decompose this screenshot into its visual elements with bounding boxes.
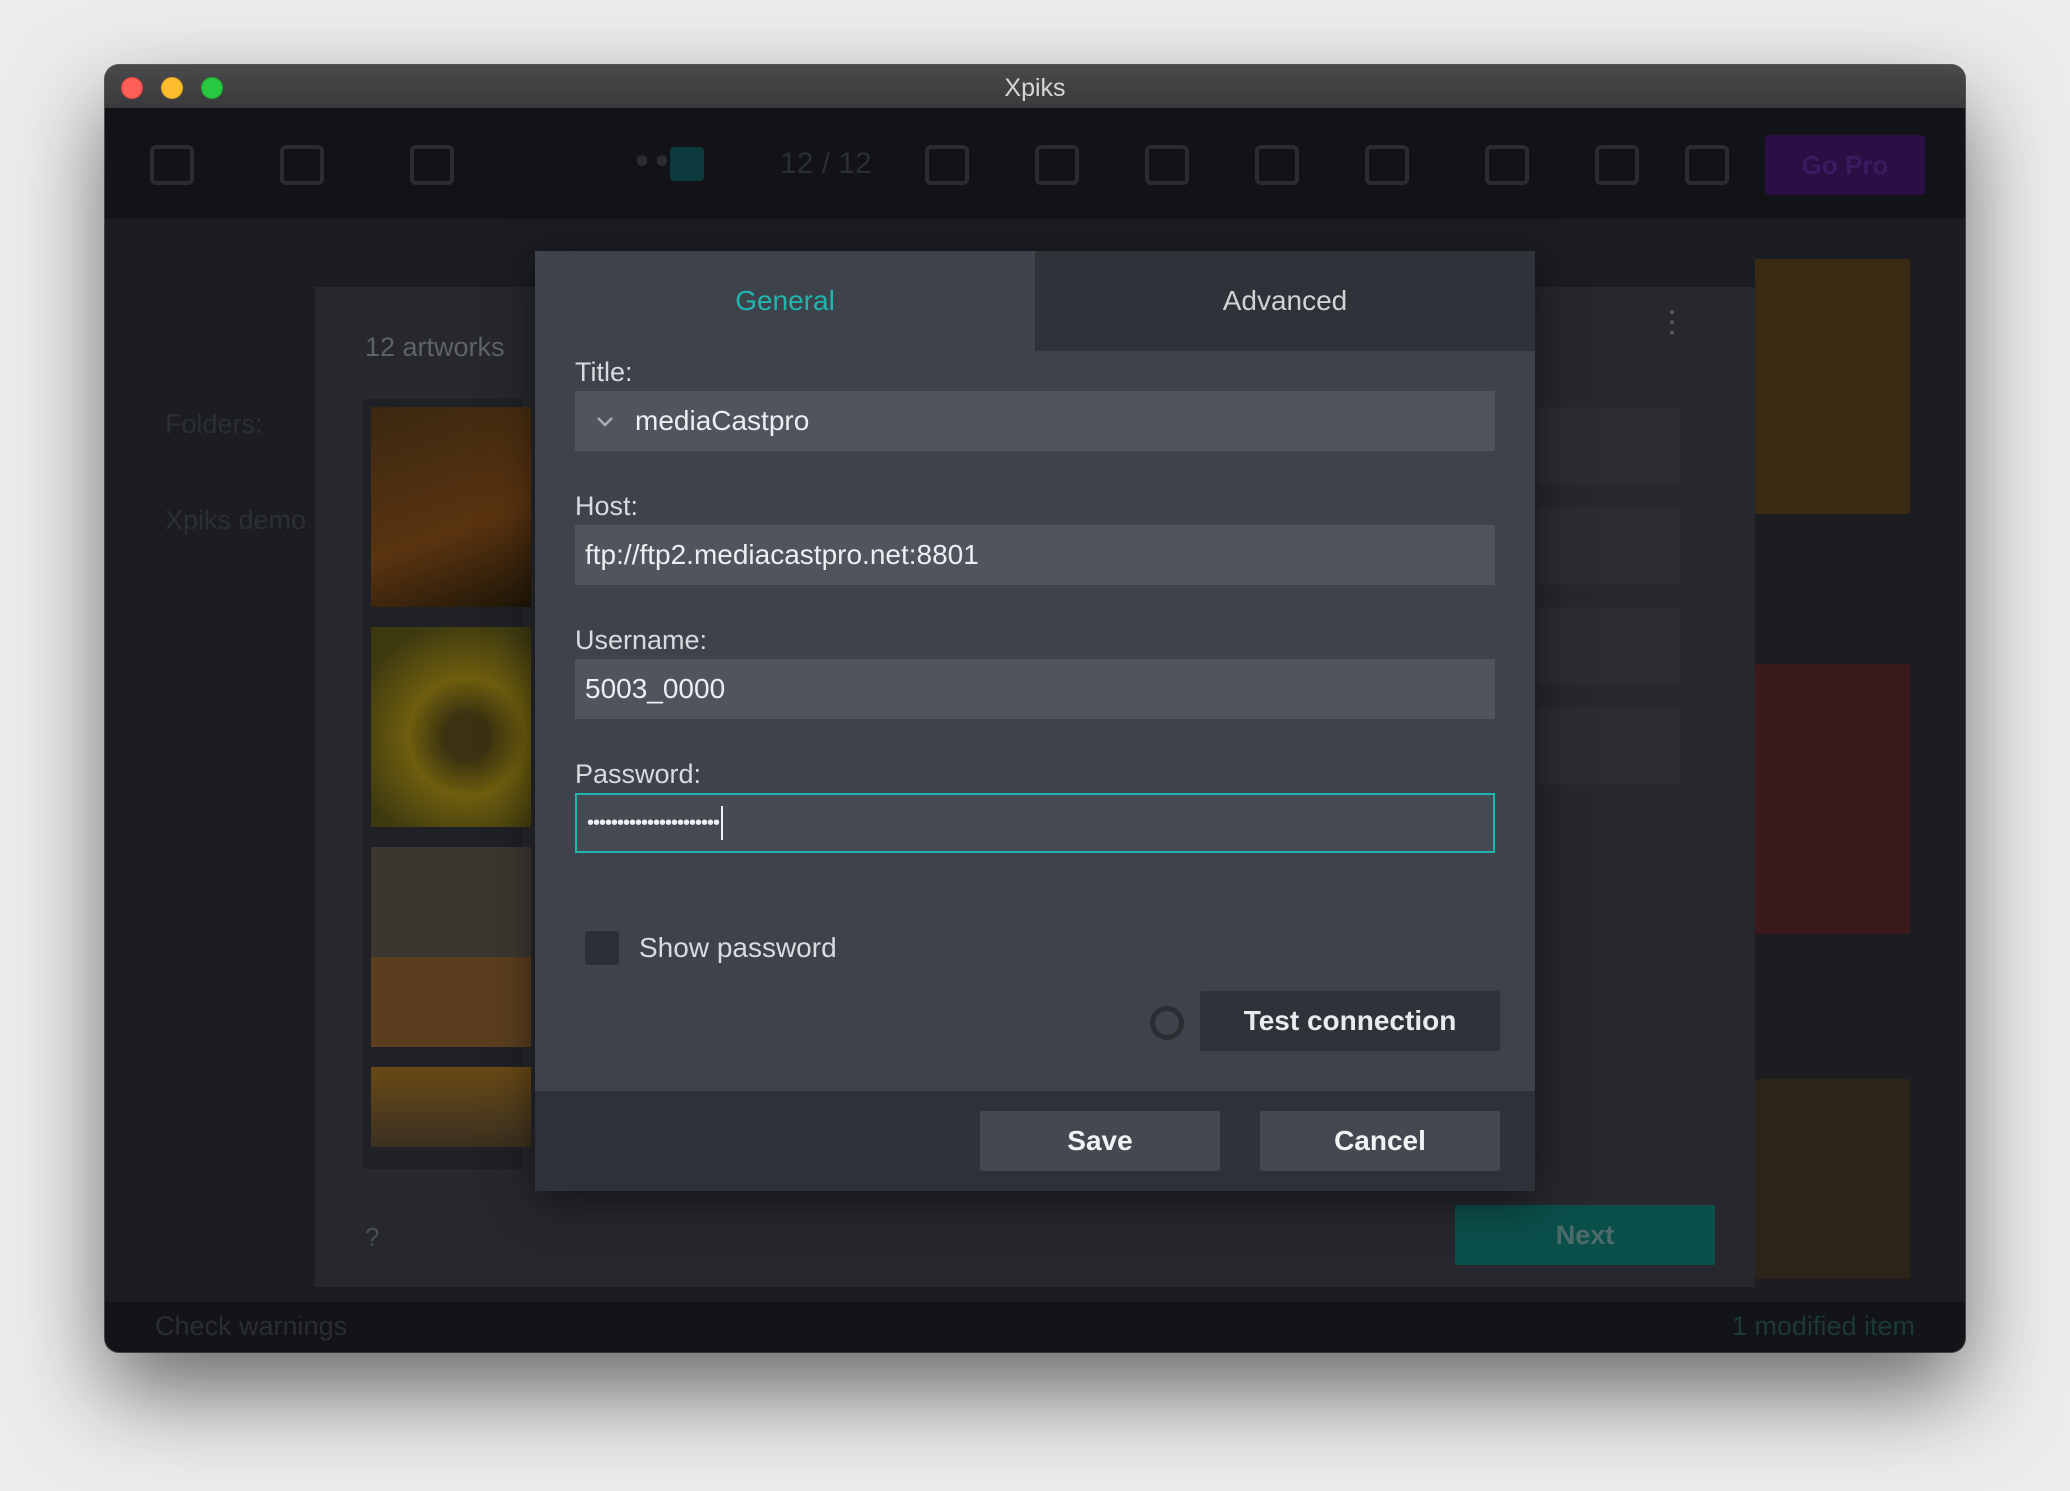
- search-icon[interactable]: [1595, 145, 1639, 185]
- cancel-button[interactable]: Cancel: [1260, 1111, 1500, 1171]
- artwork-thumbnail[interactable]: [371, 407, 531, 607]
- upload-host-modal: General Advanced Title: mediaCastpro Hos…: [535, 251, 1535, 1191]
- list-icon[interactable]: [1485, 145, 1529, 185]
- username-input[interactable]: 5003_0000: [575, 659, 1495, 719]
- username-value: 5003_0000: [585, 673, 726, 704]
- title-combobox[interactable]: mediaCastpro: [575, 391, 1495, 451]
- test-connection-button[interactable]: Test connection: [1200, 991, 1500, 1051]
- show-password-label[interactable]: Show password: [639, 932, 837, 964]
- modal-tabs: General Advanced: [535, 251, 1535, 351]
- main-toolbar: ••• 12 / 12 Go Pro: [105, 109, 1965, 219]
- title-value: mediaCastpro: [635, 405, 810, 436]
- modal-footer: Save Cancel: [535, 1091, 1535, 1191]
- list-item[interactable]: [1520, 507, 1680, 585]
- show-password-row[interactable]: Show password: [585, 931, 837, 965]
- more-options-icon[interactable]: ⋮: [1657, 308, 1687, 338]
- password-label: Password:: [575, 759, 702, 789]
- window-title: Xpiks: [1004, 74, 1066, 102]
- artwork-thumbnail[interactable]: [1755, 259, 1910, 514]
- trash-icon[interactable]: [1365, 145, 1409, 185]
- host-input[interactable]: ftp://ftp2.mediacastpro.net:8801: [575, 525, 1495, 585]
- upload-artwork-list: [363, 399, 531, 1169]
- list-item[interactable]: [1520, 607, 1680, 685]
- go-pro-button[interactable]: Go Pro: [1765, 135, 1925, 195]
- info-icon[interactable]: [1255, 145, 1299, 185]
- help-button[interactable]: ?: [365, 1222, 379, 1253]
- next-button[interactable]: Next: [1455, 1205, 1715, 1265]
- password-input[interactable]: ••••••••••••••••••••••: [575, 793, 1495, 853]
- app-window: Xpiks ••• 12 / 12 Go Pro Folders: Xpiks …: [105, 65, 1965, 1352]
- modified-items-status[interactable]: 1 modified item: [1732, 1311, 1915, 1342]
- tab-advanced[interactable]: Advanced: [1035, 251, 1535, 351]
- host-label: Host:: [575, 491, 639, 521]
- check-warnings-link[interactable]: Check warnings: [155, 1311, 347, 1342]
- artworks-count: 12 artworks: [365, 332, 505, 362]
- chevron-down-icon[interactable]: [585, 414, 625, 428]
- show-password-checkbox[interactable]: [585, 931, 619, 965]
- tab-general[interactable]: General: [535, 251, 1035, 351]
- list-item[interactable]: [1520, 407, 1680, 485]
- artwork-thumbnail[interactable]: [371, 627, 531, 827]
- sidebar-folder-item[interactable]: Xpiks demo: [165, 505, 306, 536]
- save-button[interactable]: Save: [980, 1111, 1220, 1171]
- selection-counter: 12 / 12: [780, 147, 872, 180]
- host-value: ftp://ftp2.mediacastpro.net:8801: [585, 539, 979, 570]
- username-label: Username:: [575, 625, 708, 655]
- status-bar: Check warnings 1 modified item: [105, 1302, 1965, 1352]
- select-all-checkbox[interactable]: [670, 147, 704, 181]
- folder-icon[interactable]: [150, 145, 194, 185]
- layers-icon[interactable]: [410, 145, 454, 185]
- title-bar: Xpiks: [105, 65, 1965, 109]
- artwork-thumbnail[interactable]: [371, 1067, 531, 1147]
- text-caret: [721, 806, 724, 840]
- artwork-thumbnail[interactable]: [1755, 1079, 1910, 1279]
- title-label: Title:: [575, 357, 633, 387]
- gear-icon[interactable]: [1685, 145, 1729, 185]
- artwork-thumbnail[interactable]: [1755, 664, 1910, 934]
- artwork-thumbnail[interactable]: [371, 847, 531, 1047]
- folders-label: Folders:: [165, 409, 263, 439]
- password-mask: ••••••••••••••••••••••: [587, 812, 720, 834]
- upload-icon[interactable]: [1145, 145, 1189, 185]
- edit-icon[interactable]: [925, 145, 969, 185]
- connection-status-icon: [1150, 1006, 1184, 1040]
- files-icon[interactable]: [280, 145, 324, 185]
- save-icon[interactable]: [1035, 145, 1079, 185]
- list-item[interactable]: [1520, 707, 1680, 785]
